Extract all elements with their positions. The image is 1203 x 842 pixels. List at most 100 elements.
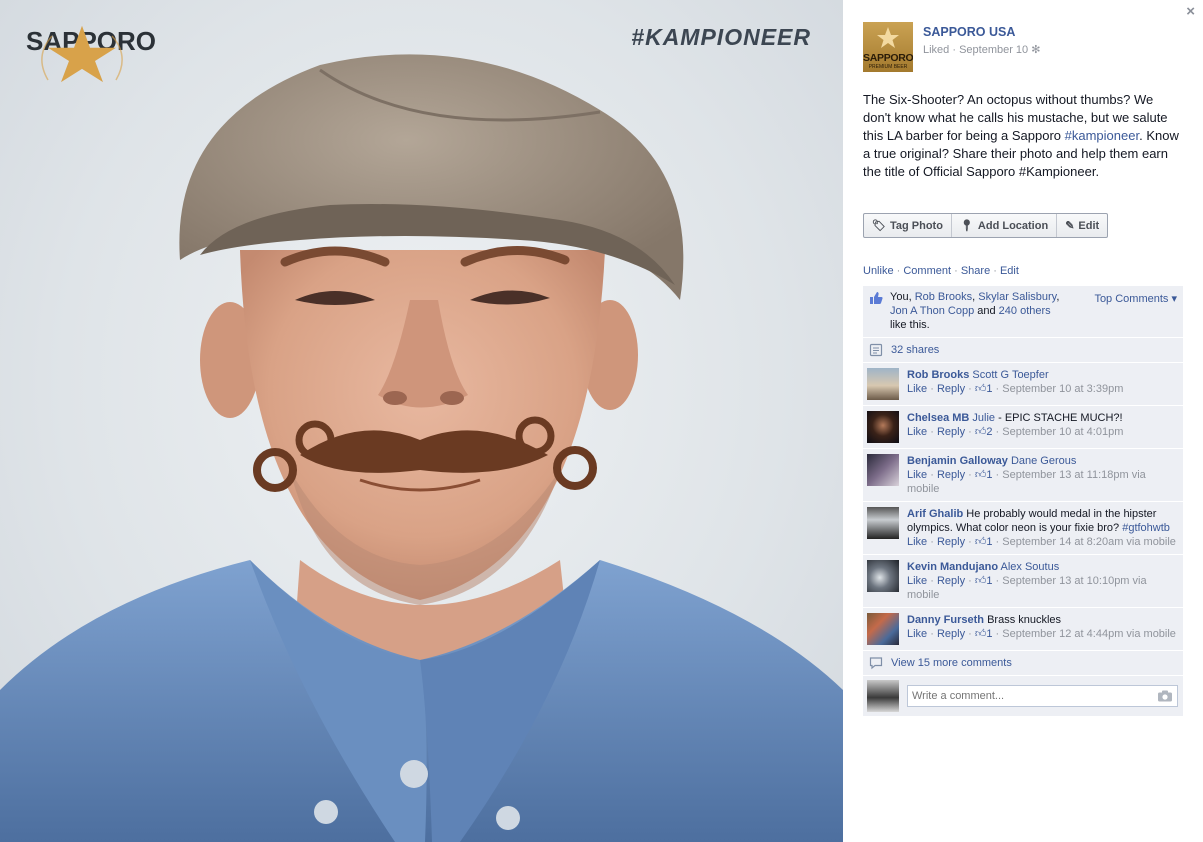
liker-link[interactable]: Skylar Salisbury — [978, 291, 1056, 303]
comment-author-link[interactable]: Kevin Mandujano — [907, 561, 998, 573]
comment-reply-link[interactable]: Reply — [937, 383, 965, 395]
add-location-button[interactable]: 📍︎ Add Location — [952, 214, 1058, 237]
liker-link[interactable]: Rob Brooks — [915, 291, 972, 303]
tag-photo-button[interactable]: 🏷︎ Tag Photo — [864, 214, 952, 237]
comment-reply-link[interactable]: Reply — [937, 469, 965, 481]
tagged-user-link[interactable]: Dane Gerous — [1011, 455, 1076, 467]
top-comments-dropdown[interactable]: Top Comments ▾ — [1094, 292, 1177, 305]
gear-icon[interactable]: ✻ — [1031, 44, 1040, 56]
comment-hashtag-link[interactable]: #gtfohwtb — [1122, 522, 1170, 534]
edit-button[interactable]: ✎ Edit — [1057, 214, 1107, 237]
separator: · — [951, 265, 961, 277]
comment-author-link[interactable]: Arif Ghalib — [907, 508, 963, 520]
comment-item: Arif Ghalib He probably would medal in t… — [863, 502, 1183, 555]
page-avatar-text: SAPPORO — [863, 52, 913, 64]
edit-link[interactable]: Edit — [1000, 265, 1019, 277]
location-pin-icon: 📍︎ — [959, 220, 974, 232]
separator: and — [974, 305, 999, 317]
share-link[interactable]: Share — [961, 265, 990, 277]
tagged-user-link[interactable]: Alex Soutus — [1001, 561, 1060, 573]
comment-link[interactable]: Comment — [903, 265, 951, 277]
comment-like-link[interactable]: Like — [907, 426, 927, 438]
commenter-avatar[interactable] — [867, 411, 899, 443]
comment-input-box[interactable] — [907, 685, 1178, 707]
comment-likes-count[interactable]: 👍︎1 — [975, 575, 993, 587]
comment-like-link[interactable]: Like — [907, 536, 927, 548]
comment-author-link[interactable]: Benjamin Galloway — [907, 455, 1008, 467]
page-avatar[interactable]: SAPPORO PREMIUM BEER — [863, 22, 913, 72]
comment-body: Arif Ghalib He probably would medal in t… — [907, 507, 1177, 549]
unlike-link[interactable]: Unlike — [863, 265, 894, 277]
post-caption: The Six-Shooter? An octopus without thum… — [863, 91, 1183, 181]
comment-reply-link[interactable]: Reply — [937, 575, 965, 587]
comment-likes-count[interactable]: 👍︎1 — [975, 536, 993, 548]
comment-text: - EPIC STACHE MUCH?! — [995, 412, 1123, 424]
comment-body: Benjamin Galloway Dane Gerous Like · Rep… — [907, 454, 1177, 496]
others-likes-link[interactable]: 240 others — [999, 305, 1051, 317]
small-thumbs-up-icon: 👍︎ — [974, 536, 987, 548]
post-header: SAPPORO PREMIUM BEER SAPPORO USA Liked ·… — [863, 22, 1040, 72]
tagged-user-link[interactable]: Scott G Toepfer — [972, 369, 1048, 381]
comment-like-link[interactable]: Like — [907, 469, 927, 481]
view-more-comments-row[interactable]: View 15 more comments — [863, 651, 1183, 676]
comment-author-link[interactable]: Chelsea MB — [907, 412, 969, 424]
likes-summary: You, Rob Brooks, Skylar Salisbury, Jon A… — [863, 286, 1183, 338]
likes-text: You, Rob Brooks, Skylar Salisbury, Jon A… — [890, 290, 1080, 332]
comment-item: Danny Furseth Brass knuckles Like · Repl… — [863, 608, 1183, 651]
pencil-icon: ✎ — [1065, 220, 1075, 232]
shares-link[interactable]: 32 shares — [891, 344, 939, 356]
commenter-avatar[interactable] — [867, 560, 899, 592]
separator: · — [990, 265, 1000, 277]
comment-reply-link[interactable]: Reply — [937, 628, 965, 640]
comment-like-link[interactable]: Like — [907, 575, 927, 587]
comment-timestamp: · September 12 at 4:44pm via mobile — [992, 628, 1176, 640]
star-emblem-icon — [41, 25, 123, 83]
post-header-text: SAPPORO USA Liked · September 10 ✻ — [923, 25, 1040, 72]
commenter-avatar[interactable] — [867, 507, 899, 539]
tag-photo-label: Tag Photo — [889, 219, 943, 232]
close-icon[interactable]: × — [1186, 3, 1195, 20]
feedback-panel: You, Rob Brooks, Skylar Salisbury, Jon A… — [863, 286, 1183, 716]
likes-you: You, — [890, 291, 915, 303]
comment-like-link[interactable]: Like — [907, 383, 927, 395]
small-thumbs-up-icon: 👍︎ — [974, 628, 987, 640]
separator: · — [893, 265, 904, 277]
shares-row[interactable]: 32 shares — [863, 338, 1183, 363]
small-thumbs-up-icon: 👍︎ — [974, 383, 987, 395]
page-name-link[interactable]: SAPPORO USA — [923, 25, 1040, 39]
view-more-comments-link[interactable]: View 15 more comments — [891, 657, 1012, 669]
comment-author-link[interactable]: Danny Furseth — [907, 614, 984, 626]
comment-item: Rob Brooks Scott G Toepfer Like · Reply … — [863, 363, 1183, 406]
commenter-avatar[interactable] — [867, 613, 899, 645]
commenter-avatar[interactable] — [867, 454, 899, 486]
comment-likes-count[interactable]: 👍︎2 — [975, 426, 993, 438]
tagged-user-link[interactable]: Julie — [972, 412, 995, 424]
comment-reply-link[interactable]: Reply — [937, 536, 965, 548]
comment-meta: Like · Reply · 👍︎2 · September 10 at 4:0… — [907, 426, 1124, 438]
commenter-avatar[interactable] — [867, 368, 899, 400]
separator: , — [1056, 291, 1060, 303]
liker-link[interactable]: Jon A Thon Copp — [890, 305, 974, 317]
comment-meta: Like · Reply · 👍︎1 · September 12 at 4:4… — [907, 628, 1176, 640]
comment-reply-link[interactable]: Reply — [937, 426, 965, 438]
comment-timestamp: · September 10 at 4:01pm — [992, 426, 1124, 438]
camera-icon[interactable] — [1157, 690, 1173, 702]
post-date[interactable]: Liked · September 10 — [923, 44, 1028, 56]
likes-tail: like this. — [890, 319, 930, 331]
post-sidebar: × SAPPORO PREMIUM BEER SAPPORO USA Liked… — [843, 0, 1203, 842]
comment-like-link[interactable]: Like — [907, 628, 927, 640]
comment-body: Kevin Mandujano Alex Soutus Like · Reply… — [907, 560, 1177, 602]
current-user-avatar[interactable] — [867, 680, 899, 712]
comment-input[interactable] — [912, 690, 1157, 702]
share-icon — [869, 343, 883, 357]
comment-likes-count[interactable]: 👍︎1 — [975, 628, 993, 640]
photo-stage[interactable]: SAPPORO #KAMPIONEER — [0, 0, 843, 842]
comment-author-link[interactable]: Rob Brooks — [907, 369, 969, 381]
comment-likes-count[interactable]: 👍︎1 — [975, 469, 993, 481]
comment-bubble-icon — [869, 657, 883, 670]
caption-hashtag-link[interactable]: #kampioneer — [1065, 128, 1139, 143]
comment-likes-count[interactable]: 👍︎1 — [975, 383, 993, 395]
portrait-illustration — [0, 54, 843, 842]
comment-meta: Like · Reply · 👍︎1 · September 13 at 11:… — [907, 469, 1146, 495]
post-action-links: Unlike · Comment · Share · Edit — [863, 265, 1019, 277]
